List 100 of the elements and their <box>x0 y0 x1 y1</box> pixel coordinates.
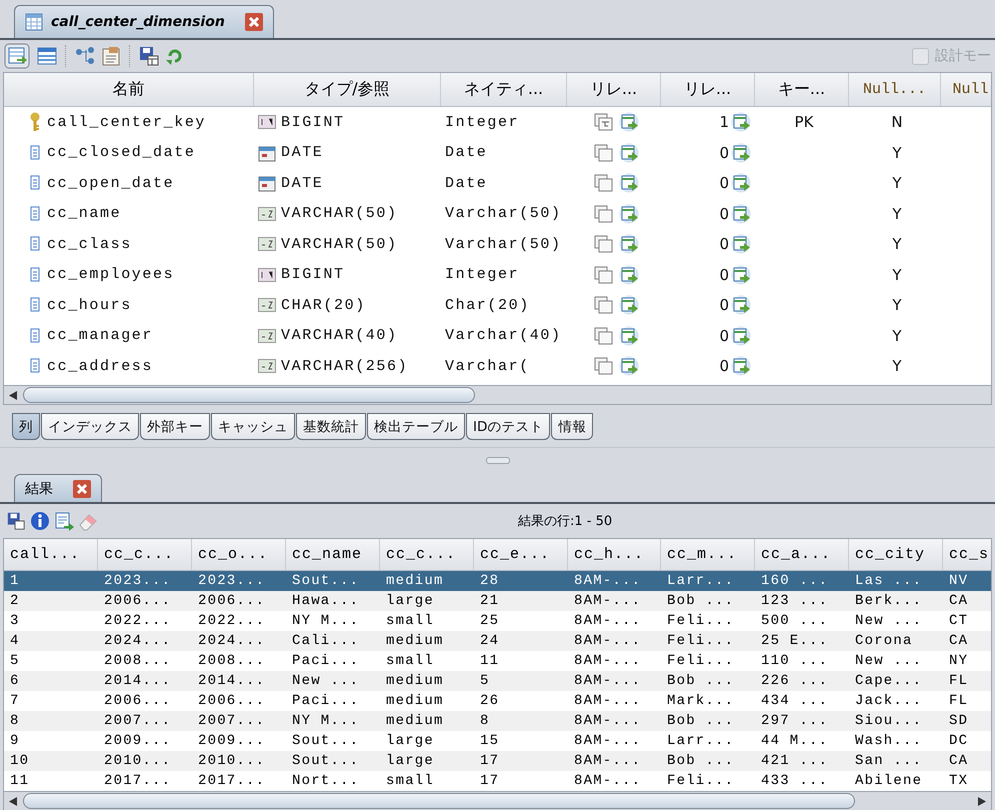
table-cell-text: 160 ... <box>760 573 830 589</box>
export-icon[interactable] <box>54 511 74 531</box>
clipboard-icon[interactable] <box>100 45 122 67</box>
table-cell-text: Bob ... <box>666 593 736 609</box>
table-cell-text: NV <box>948 573 970 589</box>
pages-icon[interactable] <box>594 357 614 376</box>
table-cell-text: 2014... <box>103 673 172 689</box>
column-header[interactable]: Null <box>941 73 995 106</box>
grid-icon[interactable] <box>36 45 58 67</box>
tab[interactable]: IDのテスト <box>466 413 550 440</box>
tab[interactable]: インデックス <box>41 413 139 440</box>
diagram-icon[interactable] <box>74 45 96 67</box>
column-header[interactable]: cc_e... <box>474 539 568 570</box>
column-header[interactable]: cc_h... <box>568 539 661 570</box>
column-name: cc_address <box>47 358 154 375</box>
editor-tab[interactable]: call_center_dimension <box>14 5 274 38</box>
column-header[interactable]: cc_m... <box>661 539 755 570</box>
pages-icon[interactable] <box>594 296 614 314</box>
column-header[interactable]: cc_o... <box>192 539 286 570</box>
linked-pages-icon[interactable] <box>594 113 614 132</box>
result-row[interactable]: 10 2010... 2010... Sout... large 17 8AM-... Bob ... 421 ... San ... CA <box>4 751 991 771</box>
table-view-icon[interactable] <box>4 43 30 69</box>
table-cell-text: 110 ... <box>760 653 830 669</box>
nullable-value: Y <box>892 326 902 345</box>
save-icon[interactable] <box>6 511 26 531</box>
tab[interactable]: 外部キー <box>140 413 210 440</box>
pages-icon[interactable] <box>594 235 614 254</box>
tab[interactable]: キャッシュ <box>211 413 295 440</box>
column-header[interactable]: リレ... <box>567 73 661 106</box>
scroll-left-icon[interactable] <box>9 796 18 806</box>
table-cell-text: 8AM-... <box>573 633 642 649</box>
column-header[interactable]: call... <box>4 539 98 570</box>
scroll-left-icon[interactable] <box>9 390 18 400</box>
save-icon[interactable] <box>138 45 160 67</box>
result-row[interactable]: 8 2007... 2007... NY M... medium 8 8AM-... Bob ... 297 ... Siou... SD <box>4 711 991 731</box>
column-name: cc_open_date <box>47 174 174 192</box>
pages-icon[interactable] <box>594 326 614 345</box>
column-header[interactable]: cc_c... <box>98 539 192 570</box>
table-cell-text: 2009... <box>103 733 172 749</box>
key-label: PK <box>794 113 814 132</box>
native-type: Varchar( <box>445 358 530 375</box>
results-tab[interactable]: 結果 <box>14 474 102 502</box>
close-icon[interactable] <box>73 480 91 498</box>
tab[interactable]: 検出テーブル <box>367 413 465 440</box>
table-cell-text: 8AM-... <box>573 613 642 629</box>
column-name: cc_hours <box>47 296 132 314</box>
table-cell-text: 2006... <box>197 593 266 609</box>
column-header[interactable]: cc_city <box>849 539 943 570</box>
table-cell-text: FL <box>948 693 970 709</box>
pages-icon[interactable] <box>594 204 614 223</box>
column-header[interactable]: cc_c... <box>380 539 474 570</box>
table-cell-text: 8AM-... <box>573 673 642 689</box>
reference-count: 1 <box>719 113 729 132</box>
table-cell-text: 2006... <box>197 693 266 709</box>
close-icon[interactable] <box>244 13 263 31</box>
reference-count: 0 <box>719 235 729 254</box>
table-cell-text: 434 ... <box>760 693 830 709</box>
result-row[interactable]: 1 2023... 2023... Sout... medium 28 8AM-... Larr... 160 ... Las ... NV <box>4 571 991 591</box>
table-cell-text: Nort... <box>291 773 360 789</box>
native-type: Char(20) <box>445 296 530 314</box>
table-cell-text: 17 <box>479 753 500 769</box>
result-row[interactable]: 2 2006... 2006... Hawa... large 21 8AM-... Bob ... 123 ... Berk... CA <box>4 591 991 611</box>
table-cell-text: New ... <box>854 653 924 669</box>
table-cell-text: 8AM-... <box>573 733 642 749</box>
table-cell-text: 8AM-... <box>573 573 642 589</box>
splitter-handle[interactable] <box>486 456 510 464</box>
info-icon[interactable] <box>30 511 50 531</box>
table-cell-text: DC <box>948 733 970 749</box>
column-header[interactable]: 名前 <box>4 73 254 106</box>
table-cell-text: Feli... <box>666 773 736 789</box>
table-cell-text: 2007... <box>197 713 266 729</box>
result-row[interactable]: 6 2014... 2014... New ... medium 5 8AM-... Bob ... 226 ... Cape... FL <box>4 671 991 691</box>
tab[interactable]: 情報 <box>551 413 594 440</box>
column-header[interactable]: リレ... <box>661 73 755 106</box>
table-cell-text: TX <box>948 773 970 789</box>
column-header[interactable]: cc_s <box>943 539 991 570</box>
table-cell-text: Cali... <box>291 633 360 649</box>
horizontal-scrollbar[interactable] <box>4 385 991 404</box>
pages-icon[interactable] <box>594 266 614 284</box>
tab[interactable]: 基数統計 <box>296 413 366 440</box>
table-cell-text: Feli... <box>666 653 736 669</box>
column-header[interactable]: キー... <box>755 73 849 106</box>
horizontal-scrollbar[interactable] <box>4 791 991 810</box>
scroll-right-icon[interactable] <box>977 796 986 806</box>
table-cell-text: 2022... <box>197 613 266 629</box>
table-cell-text: Las ... <box>854 573 924 589</box>
result-row[interactable]: 4 2024... 2024... Cali... medium 24 8AM-... Feli... 25 E... Corona CA <box>4 631 991 651</box>
tab[interactable]: 列 <box>12 413 40 440</box>
table-cell-text: 6 <box>9 673 21 689</box>
pages-icon[interactable] <box>594 144 614 162</box>
table-cell-text: Feli... <box>666 633 736 649</box>
pages-icon[interactable] <box>594 174 614 192</box>
table-cell-text: 433 ... <box>760 773 830 789</box>
column-header[interactable]: ネイティ... <box>441 73 567 106</box>
table-cell-text: 2022... <box>103 613 172 629</box>
table-cell-text: Feli... <box>666 613 736 629</box>
column-header[interactable]: cc_a... <box>755 539 849 570</box>
column-header[interactable]: Null... <box>849 73 941 106</box>
column-header[interactable]: タイプ/参照 <box>254 73 441 106</box>
column-header[interactable]: cc_name <box>286 539 380 570</box>
